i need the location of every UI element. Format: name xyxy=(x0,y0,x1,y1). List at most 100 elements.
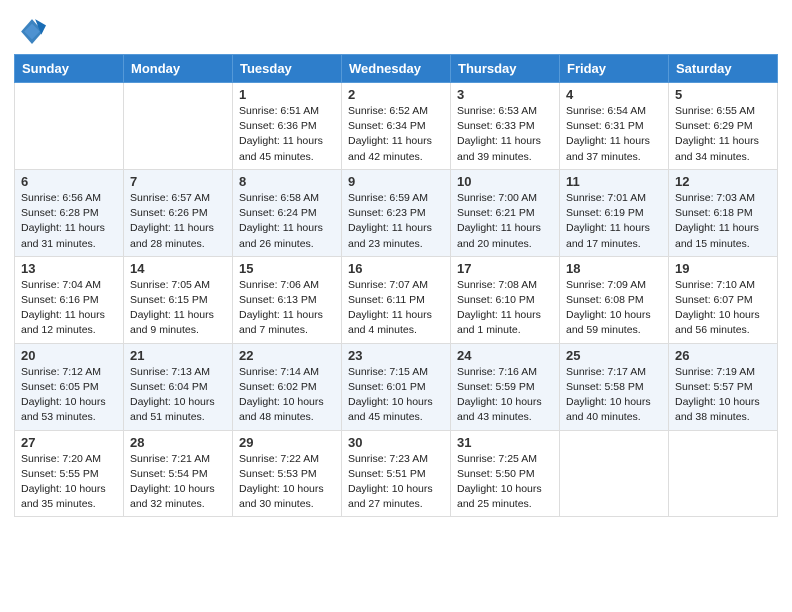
day-info: Sunrise: 7:17 AM Sunset: 5:58 PM Dayligh… xyxy=(566,365,662,426)
day-number: 26 xyxy=(675,348,771,363)
week-row-3: 13 Sunrise: 7:04 AM Sunset: 6:16 PM Dayli… xyxy=(15,256,778,343)
day-info: Sunrise: 6:57 AM Sunset: 6:26 PM Dayligh… xyxy=(130,191,226,252)
day-info: Sunrise: 7:03 AM Sunset: 6:18 PM Dayligh… xyxy=(675,191,771,252)
day-info: Sunrise: 7:16 AM Sunset: 5:59 PM Dayligh… xyxy=(457,365,553,426)
day-info: Sunrise: 7:22 AM Sunset: 5:53 PM Dayligh… xyxy=(239,452,335,513)
day-cell: 30Sunrise: 7:23 AM Sunset: 5:51 PM Dayli… xyxy=(342,430,451,517)
logo-icon xyxy=(18,16,46,44)
day-cell: 27 Sunrise: 7:20 AM Sunset: 5:55 PM Dayli… xyxy=(15,430,124,517)
day-number: 14 xyxy=(130,261,226,276)
column-header-tuesday: Tuesday xyxy=(233,55,342,83)
day-number: 10 xyxy=(457,174,553,189)
day-number: 9 xyxy=(348,174,444,189)
day-cell xyxy=(15,83,124,170)
day-cell: 5 Sunrise: 6:55 AM Sunset: 6:29 PM Daylig… xyxy=(669,83,778,170)
day-cell: 16Sunrise: 7:07 AM Sunset: 6:11 PM Dayli… xyxy=(342,256,451,343)
day-info: Sunrise: 7:09 AM Sunset: 6:08 PM Dayligh… xyxy=(566,278,662,339)
day-info: Sunrise: 7:21 AM Sunset: 5:54 PM Dayligh… xyxy=(130,452,226,513)
day-number: 4 xyxy=(566,87,662,102)
day-info: Sunrise: 7:14 AM Sunset: 6:02 PM Dayligh… xyxy=(239,365,335,426)
day-info: Sunrise: 6:54 AM Sunset: 6:31 PM Dayligh… xyxy=(566,104,662,165)
day-cell: 14 Sunrise: 7:05 AM Sunset: 6:15 PM Dayli… xyxy=(124,256,233,343)
day-cell: 20 Sunrise: 7:12 AM Sunset: 6:05 PM Dayli… xyxy=(15,343,124,430)
day-info: Sunrise: 6:53 AM Sunset: 6:33 PM Dayligh… xyxy=(457,104,553,165)
day-cell: 12 Sunrise: 7:03 AM Sunset: 6:18 PM Dayli… xyxy=(669,169,778,256)
day-number: 2 xyxy=(348,87,444,102)
day-number: 24 xyxy=(457,348,553,363)
week-row-2: 6Sunrise: 6:56 AM Sunset: 6:28 PM Daylig… xyxy=(15,169,778,256)
week-row-4: 20 Sunrise: 7:12 AM Sunset: 6:05 PM Dayli… xyxy=(15,343,778,430)
calendar-table: SundayMondayTuesdayWednesdayThursdayFrid… xyxy=(14,54,778,517)
day-number: 17 xyxy=(457,261,553,276)
day-info: Sunrise: 7:19 AM Sunset: 5:57 PM Dayligh… xyxy=(675,365,771,426)
day-info: Sunrise: 6:52 AM Sunset: 6:34 PM Dayligh… xyxy=(348,104,444,165)
day-info: Sunrise: 6:55 AM Sunset: 6:29 PM Dayligh… xyxy=(675,104,771,165)
day-cell: 31Sunrise: 7:25 AM Sunset: 5:50 PM Dayli… xyxy=(451,430,560,517)
day-cell: 7Sunrise: 6:57 AM Sunset: 6:26 PM Daylig… xyxy=(124,169,233,256)
day-cell: 19 Sunrise: 7:10 AM Sunset: 6:07 PM Dayli… xyxy=(669,256,778,343)
day-number: 16 xyxy=(348,261,444,276)
day-cell: 11Sunrise: 7:01 AM Sunset: 6:19 PM Dayli… xyxy=(560,169,669,256)
day-number: 31 xyxy=(457,435,553,450)
day-cell: 18 Sunrise: 7:09 AM Sunset: 6:08 PM Dayli… xyxy=(560,256,669,343)
day-info: Sunrise: 7:00 AM Sunset: 6:21 PM Dayligh… xyxy=(457,191,553,252)
day-number: 18 xyxy=(566,261,662,276)
day-cell: 15 Sunrise: 7:06 AM Sunset: 6:13 PM Dayli… xyxy=(233,256,342,343)
logo xyxy=(14,16,48,44)
day-cell: 24 Sunrise: 7:16 AM Sunset: 5:59 PM Dayli… xyxy=(451,343,560,430)
day-number: 8 xyxy=(239,174,335,189)
day-number: 1 xyxy=(239,87,335,102)
calendar-body: 1 Sunrise: 6:51 AM Sunset: 6:36 PM Daylig… xyxy=(15,83,778,517)
day-number: 29 xyxy=(239,435,335,450)
day-number: 19 xyxy=(675,261,771,276)
header-row: SundayMondayTuesdayWednesdayThursdayFrid… xyxy=(15,55,778,83)
day-info: Sunrise: 7:06 AM Sunset: 6:13 PM Dayligh… xyxy=(239,278,335,339)
column-header-monday: Monday xyxy=(124,55,233,83)
header xyxy=(14,10,778,44)
day-cell: 29 Sunrise: 7:22 AM Sunset: 5:53 PM Dayli… xyxy=(233,430,342,517)
day-cell: 25 Sunrise: 7:17 AM Sunset: 5:58 PM Dayli… xyxy=(560,343,669,430)
day-number: 6 xyxy=(21,174,117,189)
column-header-wednesday: Wednesday xyxy=(342,55,451,83)
day-cell xyxy=(560,430,669,517)
day-number: 22 xyxy=(239,348,335,363)
day-cell: 10 Sunrise: 7:00 AM Sunset: 6:21 PM Dayli… xyxy=(451,169,560,256)
day-cell: 2 Sunrise: 6:52 AM Sunset: 6:34 PM Daylig… xyxy=(342,83,451,170)
day-info: Sunrise: 6:51 AM Sunset: 6:36 PM Dayligh… xyxy=(239,104,335,165)
day-info: Sunrise: 7:10 AM Sunset: 6:07 PM Dayligh… xyxy=(675,278,771,339)
day-number: 13 xyxy=(21,261,117,276)
day-number: 21 xyxy=(130,348,226,363)
day-info: Sunrise: 7:05 AM Sunset: 6:15 PM Dayligh… xyxy=(130,278,226,339)
column-header-friday: Friday xyxy=(560,55,669,83)
column-header-sunday: Sunday xyxy=(15,55,124,83)
day-cell xyxy=(124,83,233,170)
day-number: 27 xyxy=(21,435,117,450)
week-row-1: 1 Sunrise: 6:51 AM Sunset: 6:36 PM Daylig… xyxy=(15,83,778,170)
day-info: Sunrise: 7:12 AM Sunset: 6:05 PM Dayligh… xyxy=(21,365,117,426)
day-cell: 28 Sunrise: 7:21 AM Sunset: 5:54 PM Dayli… xyxy=(124,430,233,517)
day-info: Sunrise: 7:20 AM Sunset: 5:55 PM Dayligh… xyxy=(21,452,117,513)
day-number: 3 xyxy=(457,87,553,102)
calendar-header: SundayMondayTuesdayWednesdayThursdayFrid… xyxy=(15,55,778,83)
day-cell: 4 Sunrise: 6:54 AM Sunset: 6:31 PM Daylig… xyxy=(560,83,669,170)
day-info: Sunrise: 7:01 AM Sunset: 6:19 PM Dayligh… xyxy=(566,191,662,252)
day-cell: 17Sunrise: 7:08 AM Sunset: 6:10 PM Dayli… xyxy=(451,256,560,343)
day-cell: 23Sunrise: 7:15 AM Sunset: 6:01 PM Dayli… xyxy=(342,343,451,430)
day-number: 28 xyxy=(130,435,226,450)
column-header-thursday: Thursday xyxy=(451,55,560,83)
day-info: Sunrise: 7:04 AM Sunset: 6:16 PM Dayligh… xyxy=(21,278,117,339)
day-number: 20 xyxy=(21,348,117,363)
day-number: 25 xyxy=(566,348,662,363)
day-number: 15 xyxy=(239,261,335,276)
day-info: Sunrise: 7:15 AM Sunset: 6:01 PM Dayligh… xyxy=(348,365,444,426)
day-cell xyxy=(669,430,778,517)
day-cell: 22 Sunrise: 7:14 AM Sunset: 6:02 PM Dayli… xyxy=(233,343,342,430)
day-number: 12 xyxy=(675,174,771,189)
day-number: 30 xyxy=(348,435,444,450)
week-row-5: 27 Sunrise: 7:20 AM Sunset: 5:55 PM Dayli… xyxy=(15,430,778,517)
day-cell: 21Sunrise: 7:13 AM Sunset: 6:04 PM Dayli… xyxy=(124,343,233,430)
day-cell: 3 Sunrise: 6:53 AM Sunset: 6:33 PM Daylig… xyxy=(451,83,560,170)
day-cell: 9Sunrise: 6:59 AM Sunset: 6:23 PM Daylig… xyxy=(342,169,451,256)
day-number: 5 xyxy=(675,87,771,102)
day-info: Sunrise: 6:58 AM Sunset: 6:24 PM Dayligh… xyxy=(239,191,335,252)
